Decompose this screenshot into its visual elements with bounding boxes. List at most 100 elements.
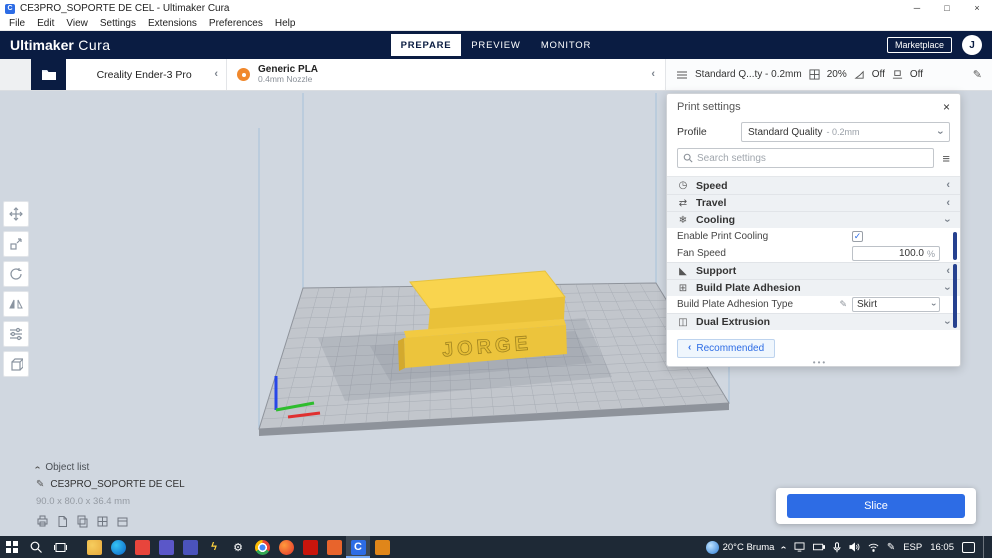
close-button[interactable]: × xyxy=(962,0,992,17)
taskbar-app-app-orange[interactable] xyxy=(322,536,346,558)
chevron-left-icon: ‹ xyxy=(651,68,655,80)
taskbar-app-firefox[interactable] xyxy=(274,536,298,558)
menu-item-edit[interactable]: Edit xyxy=(31,18,60,29)
rename-icon[interactable]: ✎ xyxy=(36,479,44,490)
weather-widget[interactable]: 20°C Bruma xyxy=(705,540,774,554)
taskbar-app-chrome[interactable] xyxy=(250,536,274,558)
recommended-mode-button[interactable]: ‹ Recommended xyxy=(677,338,776,358)
taskbar-app-teams[interactable] xyxy=(178,536,202,558)
slice-button[interactable]: Slice xyxy=(787,494,965,518)
move-icon xyxy=(9,207,23,221)
taskbar-app-lightning[interactable]: ϟ xyxy=(202,536,226,558)
material-selector[interactable]: Generic PLA 0.4mm Nozzle ‹ xyxy=(227,59,665,90)
monitor-icon[interactable] xyxy=(794,542,805,552)
rotate-icon xyxy=(10,268,22,280)
category-support[interactable]: ◣ Support ‹ xyxy=(667,262,960,279)
window-title: CE3PRO_SOPORTE DE CEL - Ultimaker Cura xyxy=(20,3,230,14)
chevron-left-icon: ‹ xyxy=(214,68,218,80)
tab-monitor[interactable]: MONITOR xyxy=(531,34,601,56)
microphone-icon[interactable] xyxy=(833,541,841,553)
menu-item-help[interactable]: Help xyxy=(269,18,302,29)
object-copy-icon[interactable] xyxy=(76,515,89,528)
fan-speed-value[interactable] xyxy=(857,248,924,259)
object-list: ‹ Object list ✎ CE3PRO_SOPORTE DE CEL 90… xyxy=(32,456,185,528)
taskbar-app-file-explorer[interactable] xyxy=(82,536,106,558)
tab-prepare[interactable]: PREPARE xyxy=(391,34,461,56)
settings-scrollbar[interactable] xyxy=(953,232,957,260)
mirror-tool[interactable] xyxy=(3,291,29,317)
menu-item-file[interactable]: File xyxy=(3,18,31,29)
material-name: Generic PLA xyxy=(258,64,319,76)
object-grid-icon[interactable] xyxy=(96,515,109,528)
settings-scrollbar[interactable] xyxy=(953,264,957,328)
taskbar-app-edge[interactable] xyxy=(106,536,130,558)
support-blocker-tool[interactable] xyxy=(3,351,29,377)
object-print-icon[interactable] xyxy=(36,515,49,528)
taskbar-search-button[interactable] xyxy=(24,536,48,558)
taskbar-app-acrobat[interactable] xyxy=(298,536,322,558)
menu-item-settings[interactable]: Settings xyxy=(94,18,142,29)
enable-cooling-checkbox[interactable]: ✓ xyxy=(852,231,863,242)
support-category-icon: ◣ xyxy=(679,265,687,277)
scale-tool[interactable] xyxy=(3,231,29,257)
tab-preview[interactable]: PREVIEW xyxy=(461,34,531,56)
app-orange-icon xyxy=(326,539,342,555)
minimize-button[interactable]: ─ xyxy=(902,0,932,17)
maximize-button[interactable]: □ xyxy=(932,0,962,17)
volume-icon[interactable] xyxy=(849,542,860,552)
taskbar-app-cura[interactable]: C xyxy=(346,536,370,558)
settings-filter-icon[interactable]: ≡ xyxy=(942,151,950,166)
store-icon xyxy=(158,539,174,555)
open-file-button[interactable] xyxy=(31,59,66,90)
category-dual-extrusion[interactable]: ◫ Dual Extrusion ‹ xyxy=(667,313,960,330)
setting-enable-print-cooling: Enable Print Cooling ✓ xyxy=(667,228,960,245)
account-avatar[interactable]: J xyxy=(962,35,982,55)
show-desktop-button[interactable] xyxy=(983,536,988,558)
start-button[interactable] xyxy=(0,536,24,558)
fan-speed-input[interactable]: % xyxy=(852,246,940,261)
marketplace-button[interactable]: Marketplace xyxy=(886,37,952,53)
taskbar-app-app-amber[interactable] xyxy=(370,536,394,558)
setting-modified-icon[interactable]: ✎ xyxy=(839,299,847,310)
adhesion-type-dropdown[interactable]: Skirt ‹ xyxy=(852,297,940,312)
object-box-icon[interactable] xyxy=(116,515,129,528)
task-view-button[interactable] xyxy=(48,536,72,558)
category-cooling[interactable]: ❄ Cooling ‹ xyxy=(667,211,960,228)
object-list-toggle[interactable]: ‹ Object list xyxy=(32,462,185,473)
summary-infill: 20% xyxy=(826,69,847,80)
panel-close-icon[interactable]: × xyxy=(943,100,950,114)
extruder-icon xyxy=(237,68,250,81)
adhesion-category-icon: ⊞ xyxy=(678,282,688,294)
notification-center-icon[interactable] xyxy=(962,541,975,553)
network-wifi-icon[interactable] xyxy=(868,543,879,552)
search-input[interactable] xyxy=(697,152,929,164)
task-view-icon xyxy=(53,542,67,552)
settings-search[interactable] xyxy=(677,148,935,168)
menu-item-extensions[interactable]: Extensions xyxy=(142,18,203,29)
taskbar-clock[interactable]: 16:05 xyxy=(930,542,954,553)
printer-selector[interactable]: Creality Ender-3 Pro ‹ xyxy=(66,59,227,90)
hidden-icons-chevron[interactable]: ‹ xyxy=(779,545,790,548)
object-list-item[interactable]: ✎ CE3PRO_SOPORTE DE CEL xyxy=(36,479,185,490)
taskbar-app-store[interactable] xyxy=(154,536,178,558)
taskbar-app-settings[interactable]: ⚙ xyxy=(226,536,250,558)
language-indicator[interactable]: ESP xyxy=(903,542,922,553)
battery-icon[interactable] xyxy=(812,543,825,551)
move-tool[interactable] xyxy=(3,201,29,227)
category-speed[interactable]: ◷ Speed ‹ xyxy=(667,177,960,194)
adhesion-icon xyxy=(892,70,902,79)
print-settings-summary[interactable]: Standard Q...ty - 0.2mm 20% Off Off ✎ xyxy=(665,59,992,90)
rotate-tool[interactable] xyxy=(3,261,29,287)
menu-item-preferences[interactable]: Preferences xyxy=(203,18,269,29)
profile-dropdown[interactable]: Standard Quality - 0.2mm ‹ xyxy=(741,122,950,142)
per-model-settings-tool[interactable] xyxy=(3,321,29,347)
menu-item-view[interactable]: View xyxy=(60,18,94,29)
edit-settings-icon[interactable]: ✎ xyxy=(973,68,982,81)
pen-icon[interactable]: ✎ xyxy=(887,542,895,553)
taskbar-app-mail[interactable] xyxy=(130,536,154,558)
category-travel[interactable]: ⇄ Travel ‹ xyxy=(667,194,960,211)
teams-icon xyxy=(182,539,198,555)
category-build-plate-adhesion[interactable]: ⊞ Build Plate Adhesion ‹ xyxy=(667,279,960,296)
object-file-icon[interactable] xyxy=(56,515,69,528)
panel-drag-handle[interactable]: ••• xyxy=(798,358,842,367)
